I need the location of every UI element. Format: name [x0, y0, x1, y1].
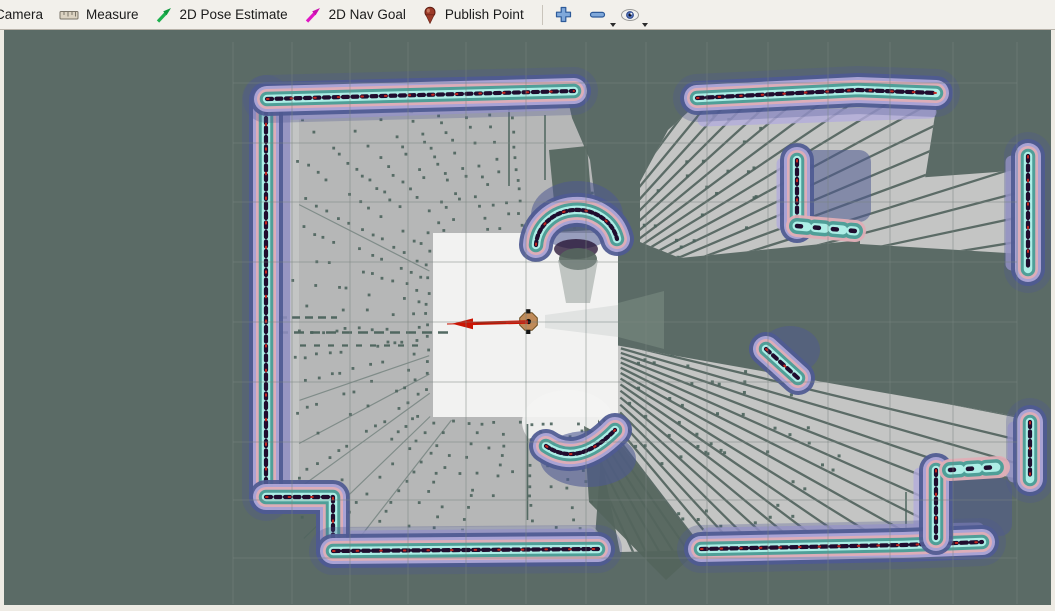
toolbar-button-camera[interactable]: Camera — [0, 1, 51, 29]
render-viewport-container — [4, 30, 1051, 605]
plus-icon — [555, 6, 572, 23]
measure-tool-label: Measure — [86, 7, 139, 22]
tool-visibility-menu-caret[interactable] — [641, 22, 648, 27]
toolbar-separator — [541, 4, 543, 25]
nav-goal-tool-label: 2D Nav Goal — [328, 7, 406, 22]
window-frame-right — [1051, 30, 1055, 611]
toolbar: Camera Measure 2D Pose Estimate 2D Nav G… — [0, 0, 1055, 30]
green-arrow-icon — [155, 6, 173, 24]
remove-tool-menu-caret[interactable] — [609, 22, 616, 27]
window-frame-bottom — [0, 605, 1055, 611]
ruler-icon — [59, 9, 79, 21]
toolbar-button-publish-point[interactable]: Publish Point — [414, 1, 532, 29]
add-tool-button[interactable] — [551, 3, 577, 27]
remove-tool-button[interactable] — [585, 3, 616, 27]
window-frame-left — [0, 30, 4, 611]
eye-icon — [620, 8, 640, 22]
toolbar-button-measure[interactable]: Measure — [51, 1, 147, 29]
toolbar-button-nav-goal[interactable]: 2D Nav Goal — [296, 1, 414, 29]
pin-icon — [422, 6, 438, 24]
magenta-arrow-icon — [304, 6, 322, 24]
tool-visibility-button[interactable] — [617, 3, 648, 27]
publish-point-tool-label: Publish Point — [444, 7, 524, 22]
minus-icon — [589, 6, 606, 23]
render-viewport[interactable] — [4, 30, 1051, 605]
toolbar-button-pose-estimate[interactable]: 2D Pose Estimate — [147, 1, 296, 29]
camera-tool-label: Camera — [0, 7, 44, 22]
pose-estimate-tool-label: 2D Pose Estimate — [179, 7, 288, 22]
